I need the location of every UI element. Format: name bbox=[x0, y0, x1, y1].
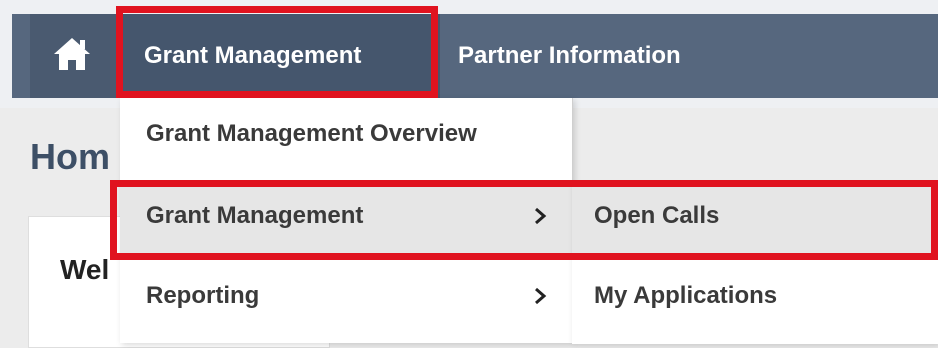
menu-item-reporting[interactable]: Reporting bbox=[146, 282, 259, 310]
chevron-right-icon bbox=[535, 287, 547, 305]
submenu-item-open-calls[interactable]: Open Calls bbox=[594, 202, 719, 230]
welcome-heading: Wel bbox=[60, 254, 110, 285]
submenu-divider bbox=[572, 256, 938, 257]
nav-grant-management[interactable]: Grant Management bbox=[120, 14, 440, 98]
chevron-right-icon bbox=[535, 207, 547, 225]
home-icon[interactable] bbox=[50, 34, 94, 74]
page-title: Hom bbox=[30, 136, 110, 177]
menu-item-grant-management[interactable]: Grant Management bbox=[146, 202, 363, 230]
nav-partner-information[interactable]: Partner Information bbox=[458, 14, 681, 98]
welcome-body-text bbox=[30, 322, 110, 336]
menu-item-grant-management-overview[interactable]: Grant Management Overview bbox=[146, 120, 477, 148]
submenu-item-my-applications[interactable]: My Applications bbox=[594, 282, 777, 310]
menu-divider bbox=[120, 256, 572, 257]
